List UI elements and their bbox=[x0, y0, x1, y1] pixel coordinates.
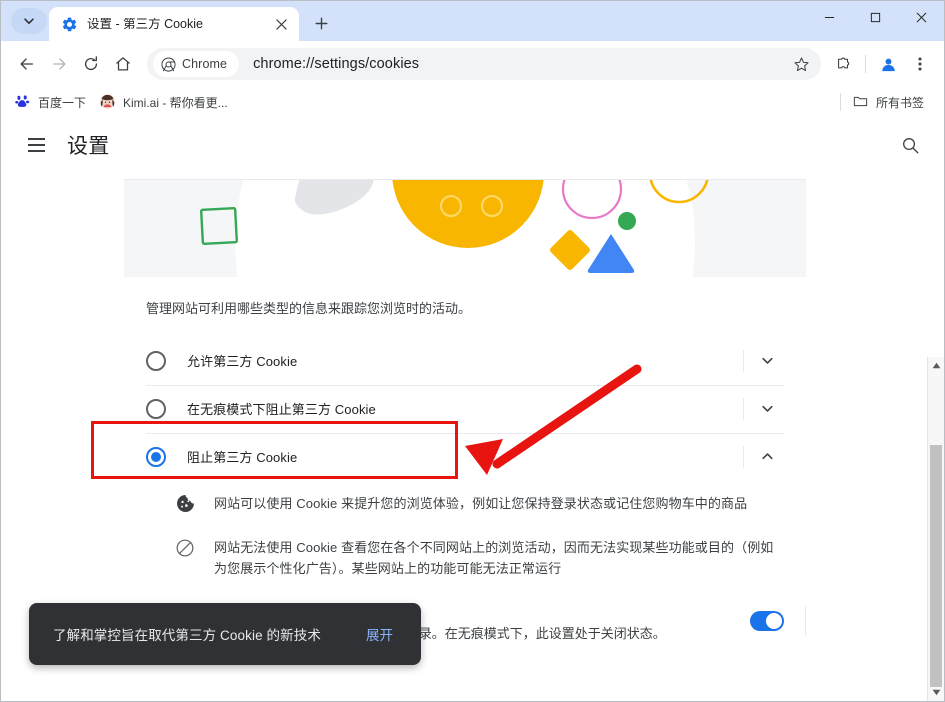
minimize-button[interactable] bbox=[806, 1, 852, 33]
detail-row-block: 网站无法使用 Cookie 查看您在各个不同网站上的浏览活动，因而无法实现某些功… bbox=[146, 531, 784, 595]
toast-expand-button[interactable]: 展开 bbox=[358, 618, 401, 650]
close-window-button[interactable] bbox=[898, 1, 944, 33]
radio-button-allow[interactable] bbox=[146, 350, 166, 371]
cookies-description: 管理网站可利用哪些类型的信息来跟踪您浏览时的活动。 bbox=[146, 301, 472, 316]
browser-toolbar: Chrome chrome://settings/cookies bbox=[1, 41, 944, 87]
extensions-puzzle-icon[interactable] bbox=[827, 48, 859, 80]
radio-wrap bbox=[138, 438, 174, 475]
block-icon bbox=[174, 537, 196, 559]
detail-text: 网站可以使用 Cookie 来提升您的浏览体验，例如让您保持登录状态或记住您购物… bbox=[214, 495, 748, 511]
home-icon[interactable] bbox=[107, 48, 139, 80]
detail-row-cookie: 网站可以使用 Cookie 来提升您的浏览体验，例如让您保持登录状态或记住您购物… bbox=[146, 487, 784, 531]
chevron-down-icon[interactable] bbox=[743, 344, 784, 378]
folder-icon bbox=[853, 94, 869, 110]
tab-title: 设置 - 第三方 Cookie bbox=[87, 17, 203, 31]
settings-content-area: 管理网站可利用哪些类型的信息来跟踪您浏览时的活动。 允许第三方 Cookie 在… bbox=[1, 179, 944, 701]
radio-button-incognito[interactable] bbox=[146, 398, 166, 419]
radio-button-block[interactable] bbox=[146, 446, 166, 467]
back-arrow-icon[interactable] bbox=[11, 48, 43, 80]
option-label: 允许第三方 Cookie bbox=[187, 354, 298, 369]
bookmarks-divider bbox=[839, 93, 841, 111]
browser-window: 设置 - 第三方 Cookie Chrome chrome://settings… bbox=[0, 0, 945, 702]
option-label: 在无痕模式下阻止第三方 Cookie bbox=[187, 402, 376, 417]
three-dot-menu-icon[interactable] bbox=[904, 48, 936, 80]
toolbar-divider bbox=[865, 55, 866, 73]
chrome-chip: Chrome bbox=[153, 51, 240, 77]
bookmark-label: Kimi.ai - 帮你看更... bbox=[123, 95, 228, 110]
bookmarks-bar-right: 所有书签 bbox=[836, 91, 936, 113]
option-allow-third-party-cookies[interactable]: 允许第三方 Cookie bbox=[124, 337, 806, 385]
reload-icon[interactable] bbox=[75, 48, 107, 80]
close-icon[interactable] bbox=[271, 14, 291, 34]
forward-arrow-icon[interactable] bbox=[43, 48, 75, 80]
scroll-down-arrow-icon[interactable] bbox=[928, 684, 944, 701]
hamburger-menu-icon[interactable] bbox=[19, 128, 53, 162]
address-bar[interactable]: Chrome chrome://settings/cookies bbox=[147, 48, 821, 80]
illustration-green-square bbox=[200, 207, 238, 245]
all-bookmarks-button[interactable]: 所有书签 bbox=[851, 91, 932, 113]
cookie-icon bbox=[174, 493, 196, 515]
block-option-details: 网站可以使用 Cookie 来提升您的浏览体验，例如让您保持登录状态或记住您购物… bbox=[124, 481, 806, 599]
settings-header: 设置 bbox=[1, 117, 944, 173]
page-scrollbar[interactable] bbox=[927, 357, 944, 701]
search-icon[interactable] bbox=[892, 127, 928, 163]
privacy-sandbox-toast: 了解和掌控旨在取代第三方 Cookie 的新技术 展开 bbox=[29, 603, 421, 665]
bookmark-label: 百度一下 bbox=[38, 95, 87, 110]
bookmarks-bar: 百度一下 Kimi.ai - 帮你看更... 所有书签 bbox=[1, 87, 944, 117]
chevron-down-icon[interactable] bbox=[743, 392, 784, 426]
scrollbar-thumb[interactable] bbox=[930, 445, 942, 687]
toast-message: 了解和掌控旨在取代第三方 Cookie 的新技术 bbox=[53, 628, 321, 643]
bookmark-star-icon[interactable] bbox=[787, 50, 815, 78]
all-bookmarks-label: 所有书签 bbox=[875, 95, 924, 110]
baidu-favicon bbox=[15, 94, 31, 110]
chevron-up-icon[interactable] bbox=[743, 440, 784, 474]
option-block-incognito[interactable]: 在无痕模式下阻止第三方 Cookie bbox=[124, 384, 806, 433]
chrome-chip-label: Chrome bbox=[182, 57, 228, 71]
profile-avatar-icon[interactable] bbox=[872, 48, 904, 80]
address-bar-url: chrome://settings/cookies bbox=[253, 56, 420, 72]
page-title: 设置 bbox=[67, 135, 110, 158]
window-controls bbox=[806, 1, 944, 33]
third-party-cookie-options: 允许第三方 Cookie 在无痕模式下阻止第三方 Cookie 阻止第三方 Co… bbox=[124, 337, 806, 481]
option-label: 阻止第三方 Cookie bbox=[187, 450, 298, 465]
section-toggle-switch[interactable] bbox=[750, 605, 806, 636]
chrome-logo-icon bbox=[161, 56, 176, 72]
bookmark-item-baidu[interactable]: 百度一下 bbox=[13, 91, 94, 113]
radio-wrap bbox=[146, 350, 166, 371]
kimi-favicon bbox=[100, 94, 116, 110]
scroll-up-arrow-icon[interactable] bbox=[928, 357, 944, 374]
bookmark-item-kimi[interactable]: Kimi.ai - 帮你看更... bbox=[98, 91, 236, 113]
radio-wrap bbox=[146, 398, 166, 419]
detail-text: 网站无法使用 Cookie 查看您在各个不同网站上的浏览活动，因而无法实现某些功… bbox=[214, 539, 774, 576]
tab-strip: 设置 - 第三方 Cookie bbox=[1, 1, 944, 41]
illustration-yellow-circle bbox=[392, 180, 544, 248]
tab-search-chevron-icon[interactable] bbox=[11, 8, 47, 34]
illustration-pink-circle bbox=[561, 180, 623, 220]
cookies-illustration bbox=[124, 179, 806, 277]
illustration-blue-triangle bbox=[587, 234, 635, 273]
maximize-button[interactable] bbox=[852, 1, 898, 33]
new-tab-button[interactable] bbox=[307, 9, 335, 37]
browser-tab-settings[interactable]: 设置 - 第三方 Cookie bbox=[49, 7, 299, 41]
settings-gear-icon bbox=[61, 16, 78, 33]
illustration-grey-blob bbox=[294, 180, 374, 215]
option-block-third-party-cookies[interactable]: 阻止第三方 Cookie bbox=[124, 432, 806, 481]
illustration-arc bbox=[649, 180, 709, 204]
